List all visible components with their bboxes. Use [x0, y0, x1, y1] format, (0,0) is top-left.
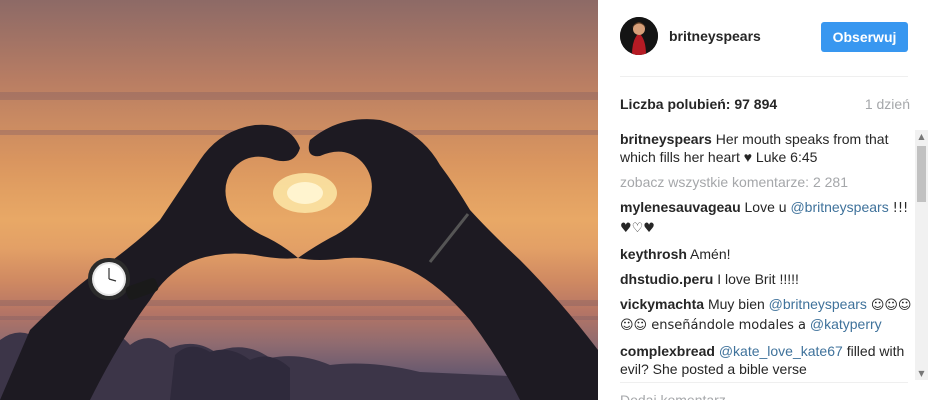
- comments-divider: [620, 382, 908, 383]
- comment-author[interactable]: mylenesauvageau: [620, 199, 741, 215]
- comment-text: I love Brit !!!!!: [717, 271, 799, 287]
- add-comment-input[interactable]: Dodaj komentarz...: [620, 392, 738, 400]
- scroll-up-arrow-icon[interactable]: ▲: [915, 130, 928, 143]
- comments-scrollbar[interactable]: ▲ ▼: [915, 130, 928, 380]
- scroll-down-arrow-icon[interactable]: ▼: [915, 367, 928, 380]
- caption: britneyspears Her mouth speaks from that…: [620, 130, 912, 166]
- comment-author[interactable]: vickymachta: [620, 296, 704, 312]
- list-item: vickymachta Muy bien @britneyspears ☺☺☺☺…: [620, 295, 912, 335]
- comment-mention[interactable]: @britneyspears: [790, 199, 888, 215]
- list-item: mylenesauvageau Love u @britneyspears !!…: [620, 198, 912, 238]
- photo-illustration: [0, 92, 598, 400]
- avatar-image: [620, 17, 658, 55]
- comment-text: Amén!: [690, 246, 731, 262]
- comment-mention[interactable]: @britneyspears: [769, 296, 867, 312]
- comments-list[interactable]: britneyspears Her mouth speaks from that…: [620, 130, 912, 378]
- view-all-comments-link[interactable]: zobacz wszystkie komentarze: 2 281: [620, 173, 912, 191]
- caption-author[interactable]: britneyspears: [620, 131, 712, 147]
- header-divider: [620, 76, 908, 77]
- post-sidebar: britneyspears Obserwuj Liczba polubień: …: [598, 0, 928, 400]
- post-photo[interactable]: [0, 0, 598, 400]
- comment-author[interactable]: complexbread: [620, 343, 715, 359]
- scrollbar-thumb[interactable]: [917, 146, 926, 202]
- comment-mention-2[interactable]: @katyperry: [810, 316, 882, 332]
- comment-mention[interactable]: @kate_love_kate67: [719, 343, 843, 359]
- post-timestamp[interactable]: 1 dzień: [865, 96, 910, 112]
- comment-author[interactable]: keythrosh: [620, 246, 687, 262]
- avatar[interactable]: [620, 17, 658, 55]
- comment-text: Muy bien: [707, 296, 765, 312]
- follow-button[interactable]: Obserwuj: [821, 22, 908, 52]
- likes-row: Liczba polubień: 97 894 1 dzień: [620, 96, 910, 114]
- post-header: britneyspears Obserwuj: [598, 0, 928, 76]
- comment-author[interactable]: dhstudio.peru: [620, 271, 713, 287]
- list-item: keythrosh Amén!: [620, 245, 912, 263]
- list-item: dhstudio.peru I love Brit !!!!!: [620, 270, 912, 288]
- comment-text: Love u: [744, 199, 787, 215]
- likes-count[interactable]: Liczba polubień: 97 894: [620, 96, 777, 112]
- author-username[interactable]: britneyspears: [669, 28, 761, 44]
- list-item: complexbread @kate_love_kate67 filled wi…: [620, 342, 912, 378]
